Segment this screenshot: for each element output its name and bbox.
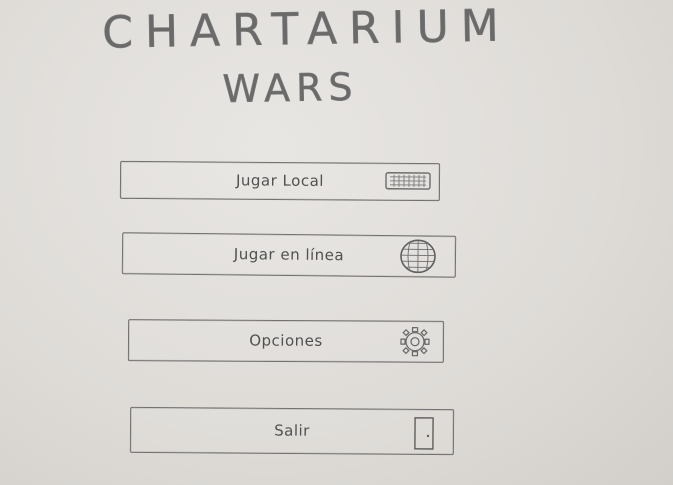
gear-icon [400,327,430,357]
exit-button[interactable]: Salir [129,406,455,456]
keyboard-icon [385,172,431,190]
globe-icon [400,239,436,274]
options-label: Opciones [249,331,323,350]
options-button[interactable]: Opciones [127,319,445,363]
play-online-button[interactable]: Jugar en línea [121,232,457,278]
play-local-button[interactable]: Jugar Local [119,160,441,202]
game-subtitle: WARS [222,64,359,112]
game-title: CHARTARIUM [101,0,512,59]
exit-label: Salir [274,421,310,440]
sketch-paper: CHARTARIUM WARS Jugar Local Jugar en lín… [0,0,673,485]
door-icon [414,417,434,450]
